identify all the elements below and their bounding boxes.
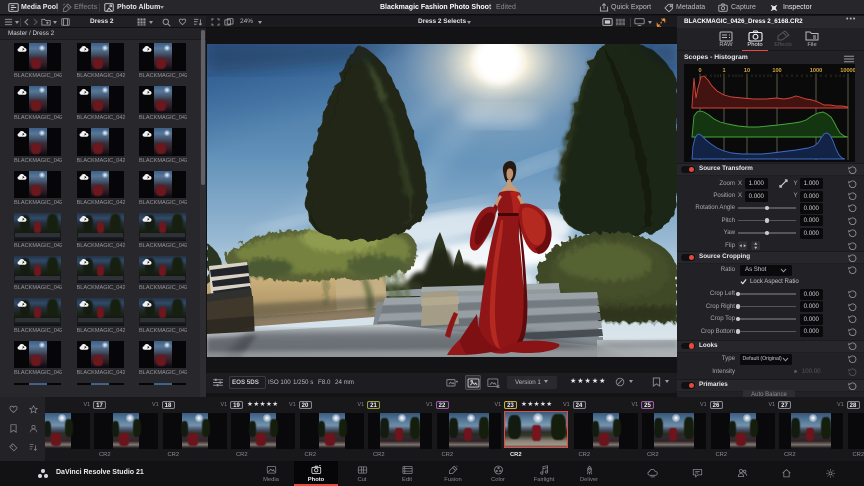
svg-text:1: 1 — [722, 68, 725, 74]
svg-text:1000: 1000 — [809, 68, 821, 74]
svg-text:10: 10 — [743, 68, 749, 74]
svg-text:0: 0 — [698, 68, 701, 74]
svg-text:100: 100 — [772, 68, 781, 74]
svg-text:10000: 10000 — [840, 68, 855, 74]
